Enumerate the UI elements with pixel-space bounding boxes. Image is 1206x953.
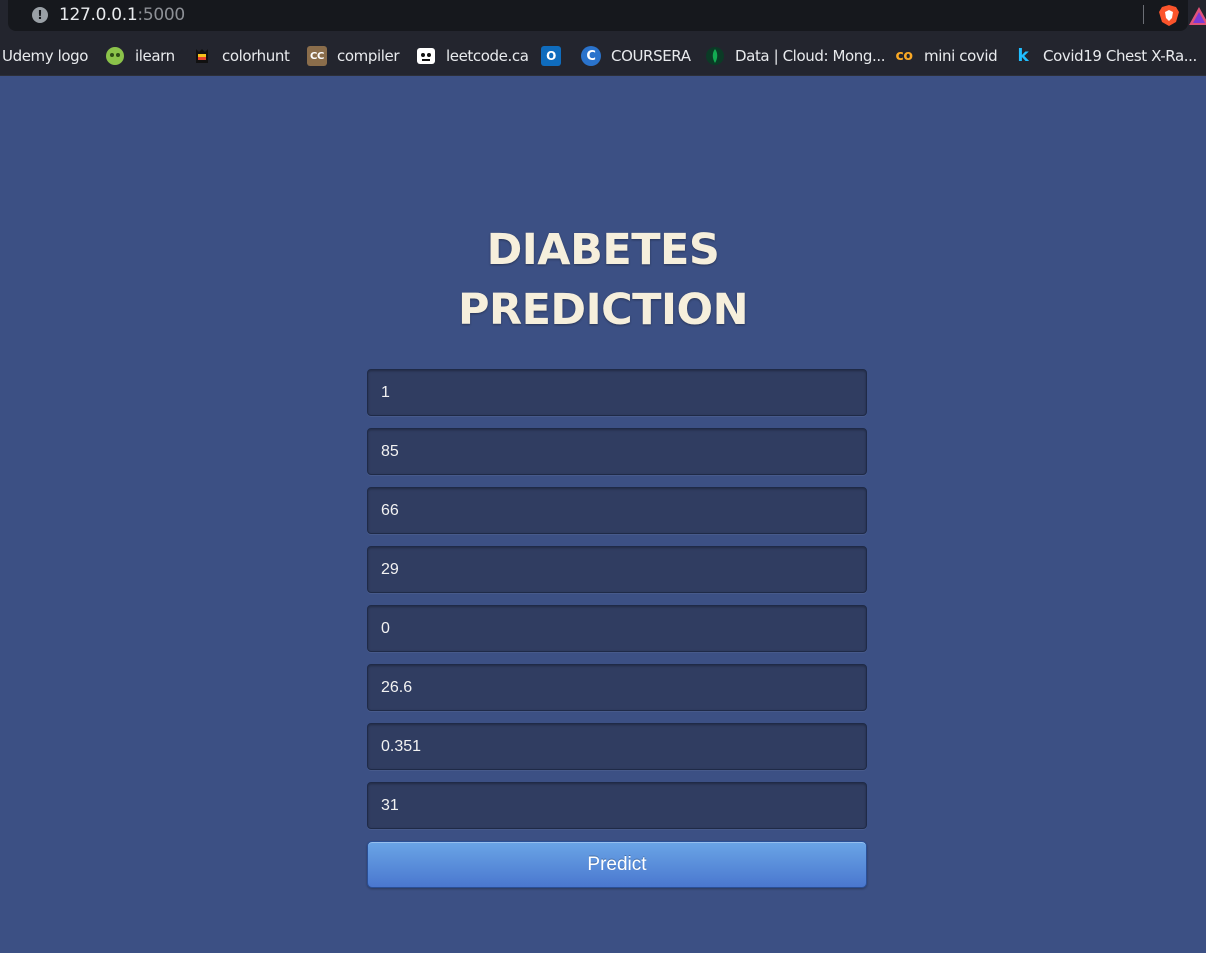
bookmark-label: colorhunt (222, 47, 290, 65)
leetcode-icon (416, 46, 436, 66)
brave-rewards-icon[interactable] (1188, 6, 1206, 26)
page-title-line1: DIABETES (486, 225, 720, 275)
bookmark-label: Covid19 Chest X-Ra... (1043, 47, 1197, 65)
bookmarks-bar: Udemy logo ilearn colorhunt CC compiler … (0, 36, 1206, 76)
browser-toolbar: ! 127.0.0.1:5000 (0, 0, 1206, 36)
bookmark-compiler[interactable]: CC compiler (307, 36, 399, 76)
bookmark-label: leetcode.ca (446, 47, 529, 65)
bookmark-colorhunt[interactable]: colorhunt (192, 36, 290, 76)
bookmark-label: compiler (337, 47, 400, 65)
brave-shield-icon[interactable] (1158, 4, 1180, 27)
url-port: :5000 (137, 5, 185, 25)
input-field-7[interactable] (367, 723, 867, 770)
url-host: 127.0.0.1 (59, 5, 138, 25)
bookmark-label: ilearn (135, 47, 175, 65)
prediction-form: Predict (367, 369, 867, 888)
bookmark-outlook[interactable]: O (541, 36, 571, 76)
address-bar[interactable]: ! 127.0.0.1:5000 (8, 0, 1188, 31)
compiler-icon: CC (307, 46, 327, 66)
bookmark-label: COURSERA (611, 47, 691, 65)
toolbar-separator (1143, 5, 1144, 24)
input-field-8[interactable] (367, 782, 867, 829)
outlook-icon: O (541, 46, 561, 66)
input-field-6[interactable] (367, 664, 867, 711)
kaggle-icon: k (1017, 46, 1029, 66)
page-title-line2: PREDICTION (457, 285, 749, 335)
input-field-1[interactable] (367, 369, 867, 416)
input-field-4[interactable] (367, 546, 867, 593)
url-text[interactable]: 127.0.0.1:5000 (59, 5, 185, 25)
coursera-icon: C (581, 46, 601, 66)
input-field-5[interactable] (367, 605, 867, 652)
site-info-icon[interactable]: ! (32, 7, 48, 23)
input-field-3[interactable] (367, 487, 867, 534)
bookmark-covid19-chest-xray[interactable]: k Covid19 Chest X-Ra... (1013, 36, 1198, 76)
mini-covid-icon: co (895, 48, 913, 64)
bookmark-label: Udemy logo (2, 47, 89, 65)
ilearn-icon (105, 46, 125, 66)
bookmark-leetcode[interactable]: leetcode.ca (416, 36, 529, 76)
bookmark-label: Data | Cloud: Mong... (735, 47, 886, 65)
bookmark-udemy-logo[interactable]: Udemy logo (2, 36, 88, 76)
page-title: DIABETES PREDICTION (0, 220, 1206, 340)
bookmark-ilearn[interactable]: ilearn (105, 36, 175, 76)
bookmark-mongodb[interactable]: Data | Cloud: Mong... (705, 36, 886, 76)
input-field-2[interactable] (367, 428, 867, 475)
colorhunt-icon (192, 46, 212, 66)
bookmark-label: mini covid (924, 47, 998, 65)
mongodb-icon (705, 46, 725, 66)
bookmark-coursera[interactable]: C COURSERA (581, 36, 691, 76)
bookmark-mini-covid[interactable]: co mini covid (894, 36, 997, 76)
predict-button[interactable]: Predict (367, 841, 867, 888)
